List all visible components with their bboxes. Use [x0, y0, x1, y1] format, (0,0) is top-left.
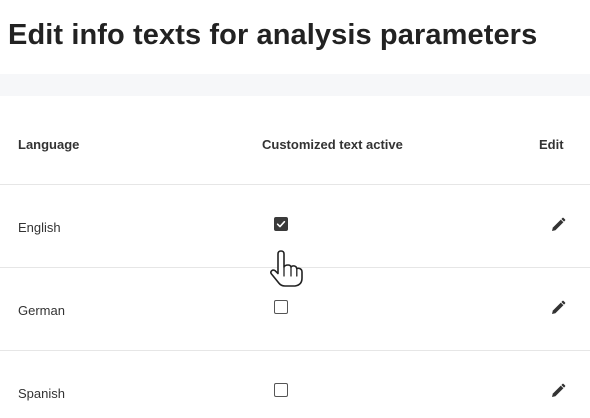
language-cell: English: [18, 220, 61, 235]
customized-text-checkbox[interactable]: [274, 383, 288, 397]
table-row: English: [0, 185, 590, 268]
customized-text-checkbox[interactable]: [274, 217, 288, 231]
customized-text-checkbox[interactable]: [274, 300, 288, 314]
column-header-language: Language: [18, 137, 80, 152]
edit-info-texts-page: Edit info texts for analysis parameters …: [0, 0, 590, 418]
table-row: Spanish: [0, 351, 590, 411]
table-row: German: [0, 268, 590, 351]
column-header-edit: Edit: [539, 137, 564, 152]
table-header-row: Language Customized text active Edit: [0, 96, 590, 185]
pencil-icon[interactable]: [548, 215, 568, 235]
pencil-icon[interactable]: [548, 298, 568, 318]
language-cell: Spanish: [18, 386, 65, 401]
column-header-customized-text-active: Customized text active: [262, 137, 403, 152]
page-title: Edit info texts for analysis parameters: [8, 19, 538, 51]
check-icon: [276, 220, 286, 228]
languages-table: Language Customized text active Edit Eng…: [0, 96, 590, 411]
language-cell: German: [18, 303, 65, 318]
pencil-icon[interactable]: [548, 381, 568, 401]
header-band: [0, 74, 590, 96]
